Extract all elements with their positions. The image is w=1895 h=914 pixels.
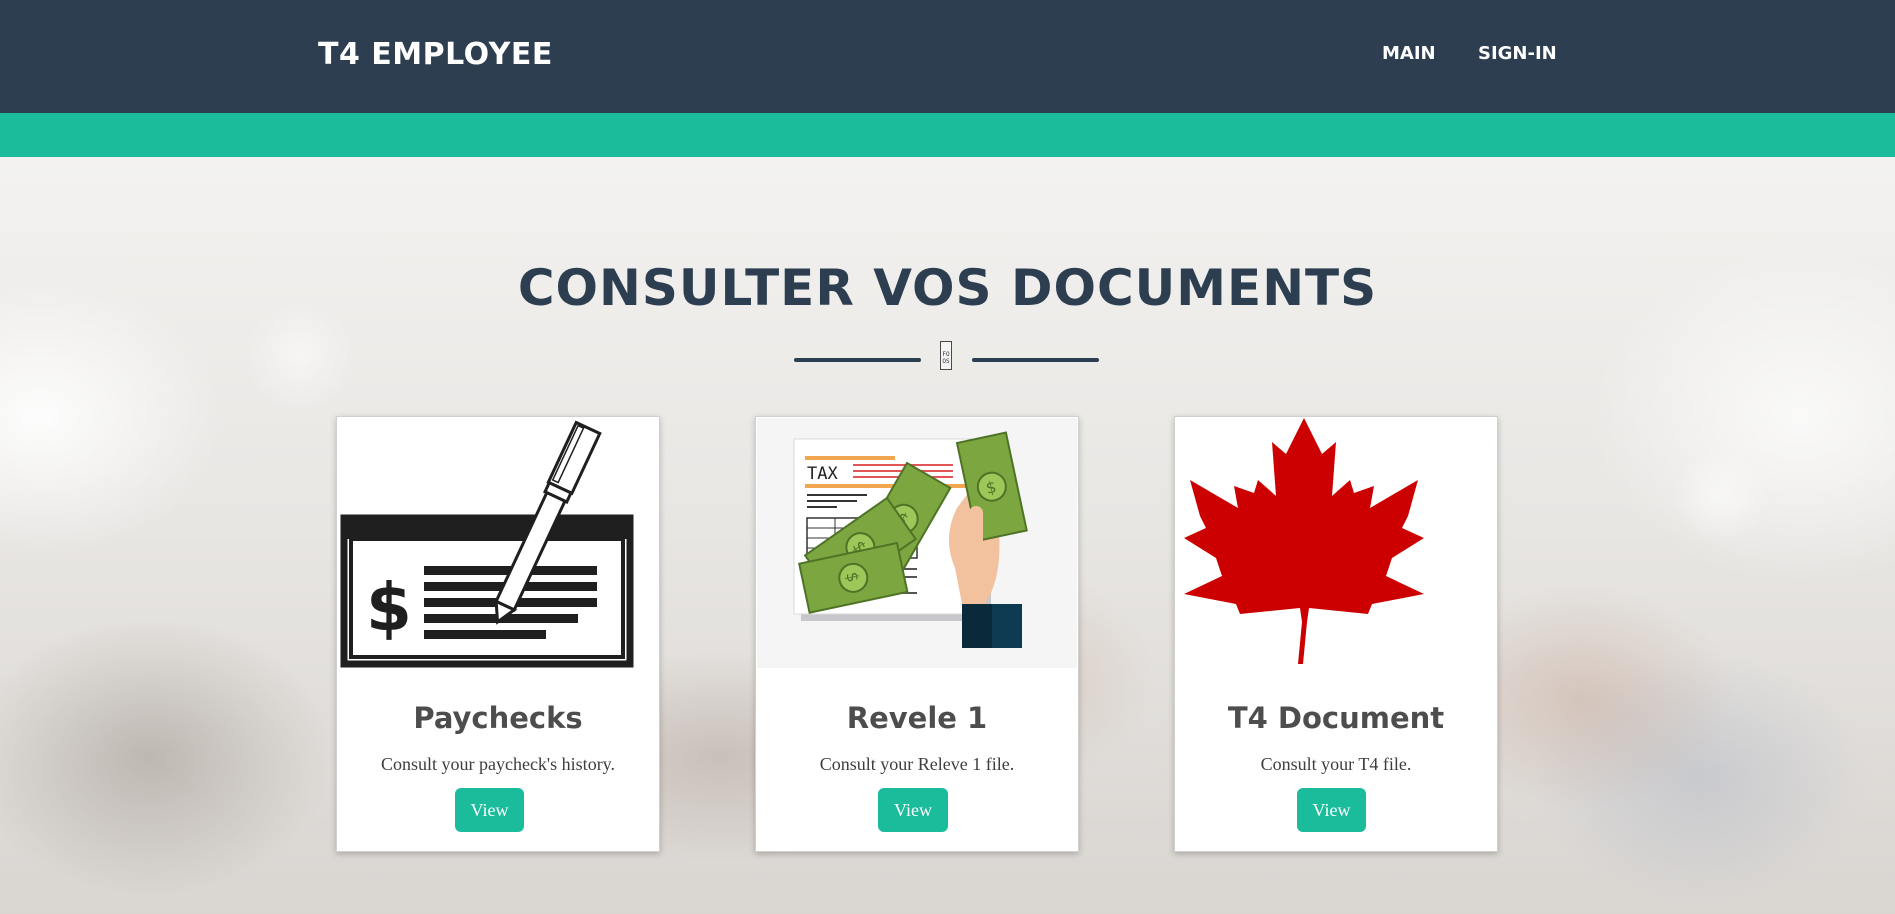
view-t4-document-button[interactable]: View xyxy=(1297,788,1366,832)
page-title: CONSULTER VOS DOCUMENTS xyxy=(517,259,1378,317)
view-revele-1-button[interactable]: View xyxy=(878,788,948,832)
card-description: Consult your paycheck's history. xyxy=(380,754,616,774)
card-t4-document: T4 Document Consult your T4 file. View xyxy=(1174,416,1498,852)
card-description: Consult your Releve 1 file. xyxy=(819,754,1015,774)
tax-money-icon: TAX $ $ $ xyxy=(757,418,1077,668)
brand-logo-text[interactable]: T4 EMPLOYEE xyxy=(318,36,553,74)
view-paychecks-button[interactable]: View xyxy=(455,788,524,832)
nav-link-sign-in[interactable]: SIGN-IN xyxy=(1478,43,1557,65)
maple-leaf-icon xyxy=(1176,418,1496,668)
navbar: T4 EMPLOYEE MAIN SIGN-IN xyxy=(0,0,1895,113)
divider-icon: FO OS xyxy=(940,341,952,370)
card-description: Consult your T4 file. xyxy=(1260,754,1412,774)
card-title: T4 Document xyxy=(1227,701,1445,735)
card-paychecks: $ Paychecks Consult your paycheck's hist… xyxy=(336,416,660,852)
card-revele-1: TAX $ $ $ Revele 1 Consult your Releve 1… xyxy=(755,416,1079,852)
card-title: Paychecks xyxy=(413,701,583,735)
divider-line-right xyxy=(972,358,1099,362)
accent-bar xyxy=(0,113,1895,157)
nav-link-main[interactable]: MAIN xyxy=(1382,43,1436,65)
paycheck-pen-icon: $ xyxy=(338,418,658,668)
svg-text:TAX: TAX xyxy=(807,464,838,484)
documents-section: CONSULTER VOS DOCUMENTS FO OS $ Paycheck… xyxy=(0,157,1895,914)
divider-line-left xyxy=(794,358,921,362)
card-title: Revele 1 xyxy=(846,701,988,735)
svg-text:$: $ xyxy=(366,569,412,646)
